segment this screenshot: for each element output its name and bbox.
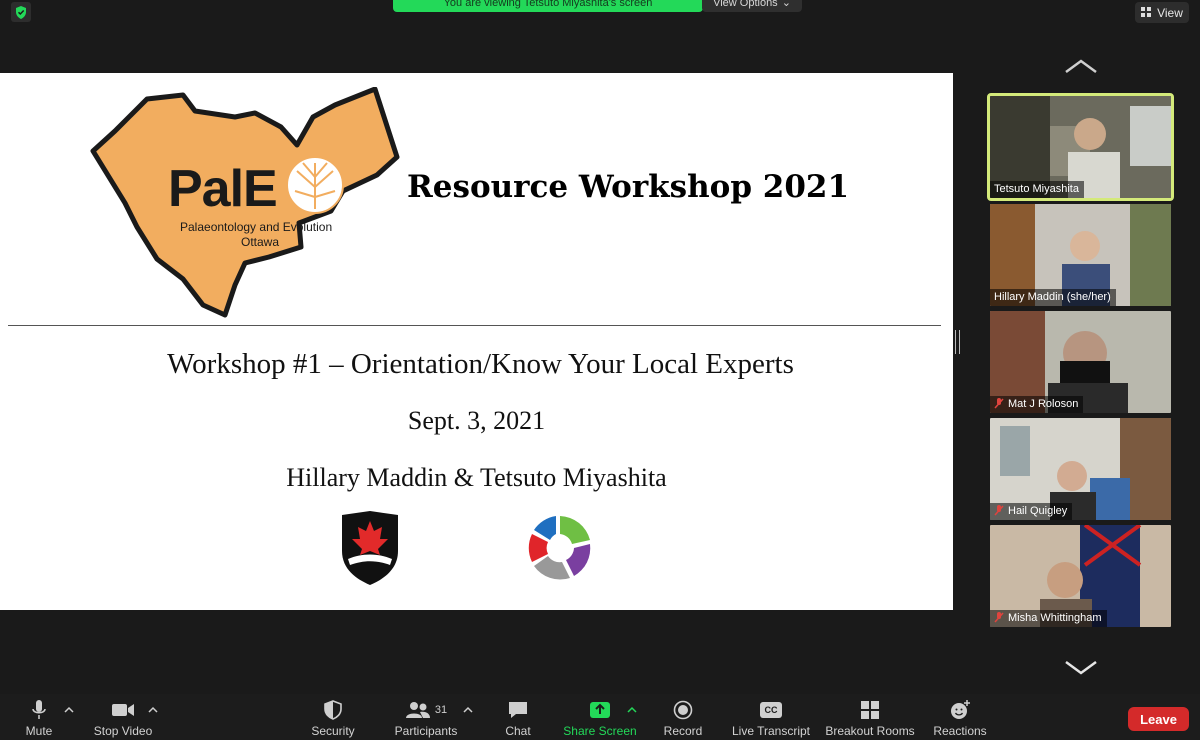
partner-circle-logo <box>528 516 591 580</box>
participant-tile[interactable]: Misha Whittingham <box>990 525 1171 627</box>
share-screen-icon <box>590 702 610 718</box>
record-icon <box>673 700 693 720</box>
breakout-rooms-button[interactable]: Breakout Rooms <box>822 698 918 738</box>
chat-label: Chat <box>505 724 531 738</box>
slide-workshop-heading: Workshop #1 – Orientation/Know Your Loca… <box>167 348 794 380</box>
participant-tile[interactable]: Hail Quigley <box>990 418 1171 520</box>
stop-video-label: Stop Video <box>93 724 153 738</box>
view-options-label: View Options <box>713 0 778 9</box>
chevron-down-icon: ⌄ <box>781 0 791 9</box>
leave-button[interactable]: Leave <box>1128 707 1189 731</box>
slide-date: Sept. 3, 2021 <box>407 406 546 435</box>
participant-name: Misha Whittingham <box>990 610 1107 627</box>
shield-icon <box>324 700 342 720</box>
mute-label: Mute <box>25 724 53 738</box>
mute-options-chevron-icon[interactable] <box>63 704 75 716</box>
reactions-label: Reactions <box>933 724 987 738</box>
view-button[interactable]: View <box>1135 2 1189 23</box>
carleton-shield-logo <box>342 511 398 585</box>
video-camera-icon <box>112 704 134 716</box>
participant-name: Mat J Roloson <box>990 396 1084 413</box>
encryption-shield-icon[interactable] <box>11 2 31 22</box>
microphone-icon <box>32 700 46 719</box>
muted-mic-icon <box>994 398 1004 409</box>
viewing-screen-banner: You are viewing Tetsuto Miyashita's scre… <box>393 0 703 12</box>
chat-bubble-icon <box>509 702 527 718</box>
logo-subtitle-line2: Ottawa <box>241 235 280 249</box>
shared-screen-slide: PalE Palaeontology and Evolution Ottawa … <box>0 73 953 610</box>
participant-name: Hail Quigley <box>990 503 1073 520</box>
live-transcript-label: Live Transcript <box>731 724 811 738</box>
slide-title: Resource Workshop 2021 <box>407 169 850 205</box>
smiley-plus-icon <box>951 700 970 719</box>
panel-resize-handle[interactable] <box>955 330 960 354</box>
security-button[interactable]: Security <box>285 698 381 738</box>
reactions-button[interactable]: Reactions <box>912 698 1008 738</box>
participants-button[interactable]: 31 Participants <box>378 698 474 738</box>
view-button-label: View <box>1157 5 1183 20</box>
record-button[interactable]: Record <box>635 698 731 738</box>
slide-presenters: Hillary Maddin & Tetsuto Miyashita <box>286 463 667 492</box>
participant-tile[interactable]: Mat J Roloson <box>990 311 1171 413</box>
live-transcript-button[interactable]: CC Live Transcript <box>723 698 819 738</box>
security-label: Security <box>311 724 355 738</box>
muted-mic-icon <box>994 505 1004 516</box>
participants-icon <box>405 702 430 718</box>
share-screen-label: Share Screen <box>563 724 637 738</box>
slide-divider <box>8 325 941 326</box>
closed-caption-icon: CC <box>760 702 782 718</box>
record-label: Record <box>663 724 703 738</box>
participant-name: Hillary Maddin (she/her) <box>990 289 1116 306</box>
grid-view-icon <box>1141 7 1152 17</box>
breakout-rooms-icon <box>861 701 879 719</box>
gallery-down-arrow-icon[interactable] <box>1064 659 1098 675</box>
participant-tile[interactable]: Tetsuto Miyashita <box>987 93 1174 201</box>
breakout-rooms-label: Breakout Rooms <box>825 724 915 738</box>
muted-mic-icon <box>994 612 1004 623</box>
video-options-chevron-icon[interactable] <box>147 704 159 716</box>
logo-wordmark: PalE <box>168 160 278 218</box>
participant-name: Tetsuto Miyashita <box>990 181 1084 198</box>
participant-tile[interactable]: Hillary Maddin (she/her) <box>990 204 1171 306</box>
logo-subtitle-line1: Palaeontology and Evolution <box>180 220 333 234</box>
participants-label: Participants <box>394 724 458 738</box>
participant-count: 31 <box>434 704 448 716</box>
view-options-button[interactable]: View Options ⌄ <box>702 0 802 12</box>
gallery-up-arrow-icon[interactable] <box>1064 58 1098 74</box>
